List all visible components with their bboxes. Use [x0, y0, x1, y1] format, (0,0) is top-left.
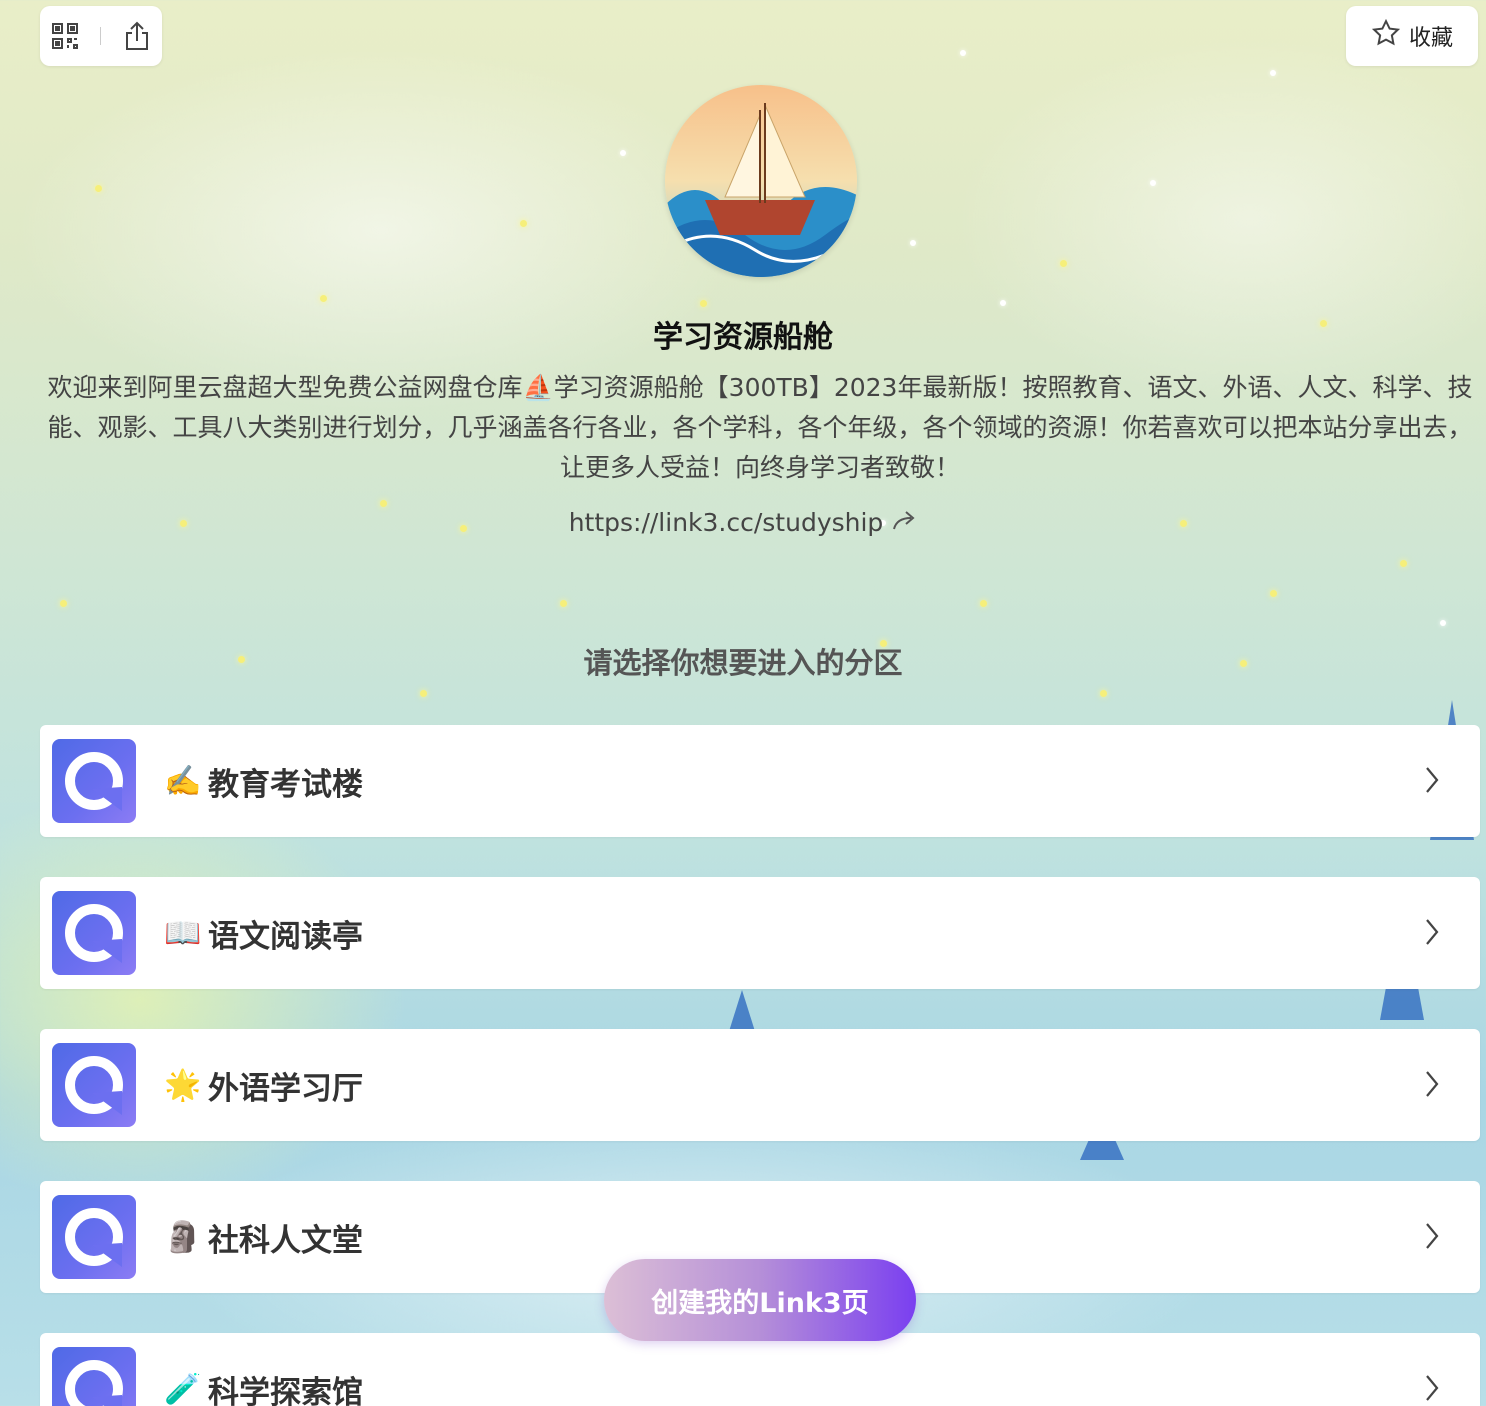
item-label: 科学探索馆 — [208, 1374, 363, 1406]
page-title: 学习资源船舱 — [653, 320, 833, 355]
top-toolbar — [40, 6, 162, 66]
chevron-right-icon — [1424, 765, 1440, 799]
aliyun-drive-icon — [52, 1043, 136, 1127]
favorite-button[interactable]: 收藏 — [1346, 6, 1478, 66]
aliyun-drive-icon — [52, 891, 136, 975]
item-emoji: 🗿 — [164, 1219, 202, 1255]
star-outline-icon — [1371, 18, 1401, 54]
profile-link[interactable]: https://link3.cc/studyship — [0, 508, 1486, 537]
share-arrow-icon — [891, 508, 917, 537]
aliyun-drive-icon — [52, 739, 136, 823]
list-item[interactable]: 🌟 外语学习厅 — [40, 1029, 1480, 1141]
chevron-right-icon — [1424, 1221, 1440, 1255]
profile-description: 欢迎来到阿里云盘超大型免费公益网盘仓库⛵学习资源船舱【300TB】2023年最新… — [47, 373, 1473, 482]
chevron-right-icon — [1424, 1069, 1440, 1103]
list-item[interactable]: 🧪 科学探索馆 — [40, 1333, 1480, 1406]
item-label: 社科人文堂 — [208, 1222, 363, 1259]
list-item[interactable]: ✍️ 教育考试楼 — [40, 725, 1480, 837]
profile-link-text[interactable]: https://link3.cc/studyship — [569, 508, 884, 537]
item-label: 教育考试楼 — [208, 766, 363, 803]
toolbar-divider — [100, 27, 102, 45]
chevron-right-icon — [1424, 1373, 1440, 1406]
share-icon[interactable] — [122, 21, 152, 51]
avatar — [665, 85, 857, 277]
item-emoji: 🌟 — [164, 1067, 202, 1103]
favorite-label: 收藏 — [1408, 26, 1453, 51]
item-emoji: ✍️ — [164, 763, 202, 799]
aliyun-drive-icon — [52, 1195, 136, 1279]
list-item[interactable]: 📖 语文阅读亭 — [40, 877, 1480, 989]
item-label: 语文阅读亭 — [208, 918, 363, 955]
section-title: 请选择你想要进入的分区 — [583, 646, 903, 680]
item-emoji: 🧪 — [164, 1371, 202, 1406]
chevron-right-icon — [1424, 917, 1440, 951]
item-label: 外语学习厅 — [208, 1070, 363, 1107]
aliyun-drive-icon — [52, 1347, 136, 1406]
item-emoji: 📖 — [164, 915, 202, 951]
create-page-button[interactable]: 创建我的Link3页 — [604, 1259, 916, 1341]
qr-code-icon[interactable] — [50, 21, 80, 51]
